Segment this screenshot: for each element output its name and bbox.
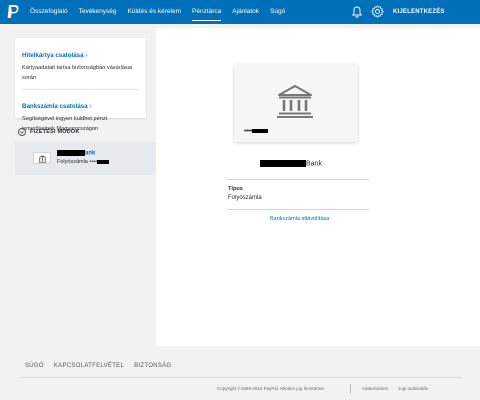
copyright-text: Copyright ©1999-2016 PayPal. Minden jog … [217, 386, 325, 391]
account-number-masked: •••• [244, 128, 268, 135]
gear-icon[interactable] [371, 5, 384, 18]
type-label: Típus [228, 186, 243, 192]
divider [22, 89, 139, 90]
link-card-title[interactable]: Hitelkártya csatolása [22, 52, 84, 59]
main-menu: Összefoglaló Tevékenység Küldés és kérel… [30, 0, 296, 24]
link-methods-card: Hitelkártya csatolása › Kártyaadatait tar… [15, 38, 146, 132]
nav-item-sugo[interactable]: Súgó [270, 0, 285, 24]
bell-icon[interactable] [351, 6, 363, 18]
bank-icon [277, 85, 313, 118]
chevron-right-icon: › [85, 53, 88, 59]
link-card-description: Kártyaadatait tartsa biztonságban vásárl… [22, 65, 133, 81]
bank-icon [38, 154, 47, 163]
footer-divider [22, 377, 462, 378]
divider [227, 179, 369, 180]
remove-bank-account-link[interactable]: Bankszámla eltávolítása [270, 216, 329, 222]
footer-link-help[interactable]: SÚGÓ [25, 363, 44, 369]
nav-item-penztarca[interactable]: Pénztárca [192, 0, 222, 24]
footer-separator [350, 384, 351, 393]
divider [227, 209, 369, 210]
footer-link-contact[interactable]: KAPCSOLATFELVÉTEL [54, 363, 124, 369]
logout-link[interactable]: KIJELENTKEZÉS [393, 0, 445, 24]
footer-link-privacy[interactable]: Adatvédelem [362, 386, 388, 391]
nav-item-ajanlatok[interactable]: Ajánlatok [232, 0, 259, 24]
redacted-text [57, 150, 85, 156]
payment-method-subtitle: Folyószámla •••• [57, 159, 110, 165]
redacted-text [260, 160, 306, 167]
type-value: Folyószámla [228, 195, 262, 201]
footer-link-security[interactable]: BIZTONSÁG [134, 363, 171, 369]
nav-item-kuldes-es-kerelem[interactable]: Küldés és kérelem [128, 0, 181, 24]
payment-methods-heading: FIZETÉSI MÓDOK [30, 129, 80, 135]
nav-item-osszefoglalo[interactable]: Összefoglaló [30, 0, 68, 24]
payment-methods-toggle[interactable]: FIZETÉSI MÓDOK [18, 128, 80, 136]
footer-links: SÚGÓ KAPCSOLATFELVÉTEL BIZTONSÁG [25, 363, 181, 369]
redacted-text [97, 159, 110, 164]
link-card-option[interactable]: Hitelkártya csatolása › Kártyaadatait tar… [22, 44, 139, 83]
bank-thumbnail [33, 152, 51, 164]
footer-link-legal[interactable]: Jogi tudnivalók [398, 386, 428, 391]
chevron-down-circle-icon [18, 128, 26, 136]
chevron-right-icon: › [89, 104, 92, 110]
link-bank-title[interactable]: Bankszámla csatolása [22, 103, 88, 110]
redacted-text [251, 129, 268, 134]
payment-method-name[interactable]: ank [57, 150, 95, 157]
nav-item-tevekenyseg[interactable]: Tevékenység [79, 0, 117, 24]
paypal-logo-icon[interactable] [6, 4, 20, 20]
bank-name: Bank [260, 160, 322, 167]
top-navigation: Összefoglaló Tevékenység Küldés és kérel… [0, 0, 480, 24]
